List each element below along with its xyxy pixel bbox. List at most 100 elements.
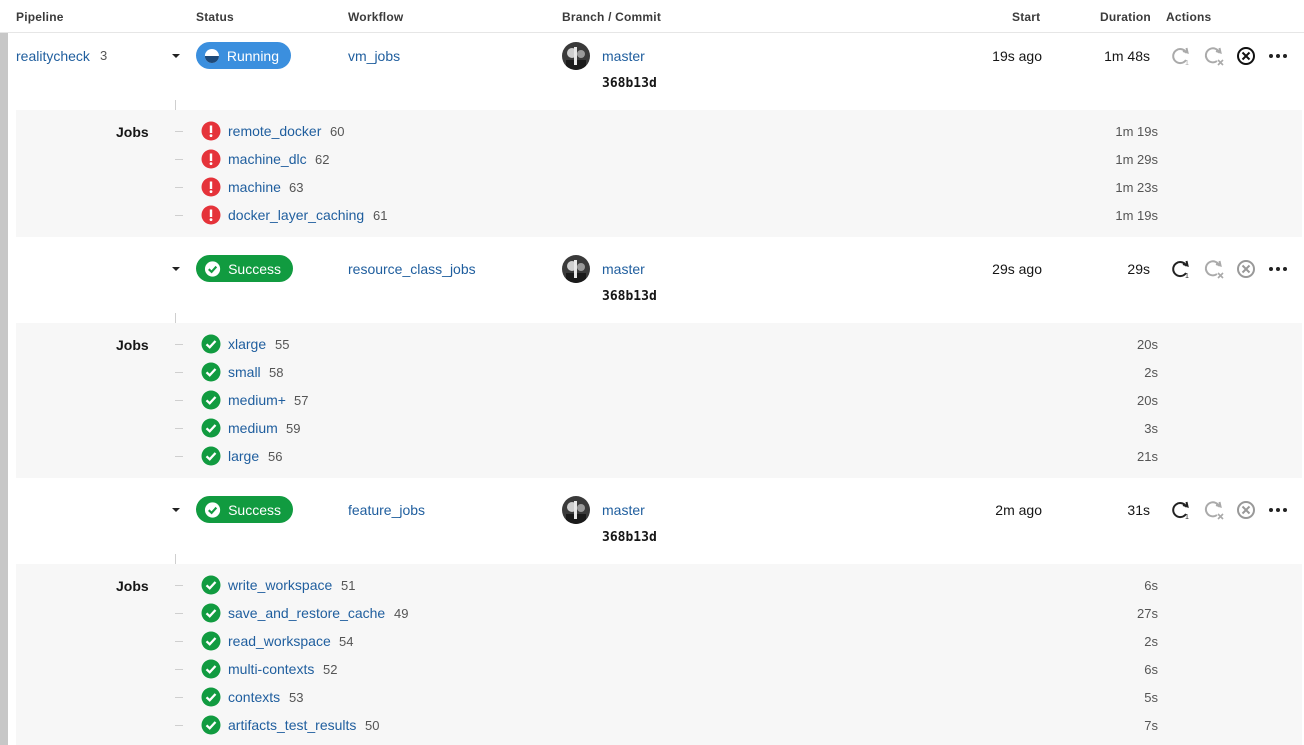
table-header: Pipeline Status Workflow Branch / Commit… — [0, 0, 1304, 33]
status-badge-running: Running — [196, 42, 291, 69]
job-row: medium 59 3s — [16, 415, 1302, 443]
success-icon — [201, 575, 221, 595]
job-number: 56 — [268, 449, 283, 464]
jobs-panel: Jobs remote_docker 60 1m 19s machine_dlc 62 1… — [16, 110, 1302, 237]
jobs-panel: Jobs xlarge 55 20s small 58 2s medium+ 57 20s med… — [16, 323, 1302, 478]
workflow-name-link[interactable]: feature_jobs — [348, 502, 425, 518]
job-name-link[interactable]: read_workspace — [228, 633, 331, 649]
workflow-name-link[interactable]: resource_class_jobs — [348, 261, 476, 277]
collapse-chevron-icon[interactable] — [170, 505, 182, 515]
tree-branch — [175, 131, 183, 132]
job-row: large 56 21s — [16, 443, 1302, 471]
tree-branch — [175, 187, 183, 188]
rerun-failed-icon[interactable] — [1203, 258, 1225, 280]
rerun-icon[interactable]: 1 — [1170, 499, 1192, 521]
cancel-icon[interactable] — [1235, 258, 1257, 280]
tree-branch — [175, 585, 183, 586]
job-name-link[interactable]: machine — [228, 179, 281, 195]
column-actions: Actions — [1166, 10, 1212, 24]
success-check-icon — [204, 501, 221, 518]
job-name-link[interactable]: contexts — [228, 689, 280, 705]
job-name-link[interactable]: remote_docker — [228, 123, 321, 139]
success-icon — [201, 418, 221, 438]
job-duration: 3s — [1144, 421, 1158, 436]
success-icon — [201, 446, 221, 466]
more-options-icon[interactable] — [1267, 499, 1289, 521]
tree-branch — [175, 641, 183, 642]
tree-branch — [175, 400, 183, 401]
job-duration: 21s — [1137, 449, 1158, 464]
pipeline-name-link[interactable]: realitycheck — [16, 48, 90, 64]
commit-hash[interactable]: 368b13d — [602, 530, 657, 545]
job-number: 50 — [365, 718, 380, 733]
job-name-link[interactable]: artifacts_test_results — [228, 717, 356, 733]
job-number: 61 — [373, 208, 388, 223]
job-row: small 58 2s — [16, 359, 1302, 387]
tree-branch — [175, 428, 183, 429]
rerun-failed-icon[interactable] — [1203, 499, 1225, 521]
job-name-link[interactable]: medium — [228, 420, 278, 436]
job-number: 49 — [394, 606, 409, 621]
tree-branch — [175, 669, 183, 670]
more-options-icon[interactable] — [1267, 258, 1289, 280]
branch-link[interactable]: master — [602, 261, 645, 277]
job-number: 57 — [294, 393, 309, 408]
cancel-icon[interactable] — [1235, 45, 1257, 67]
running-icon — [204, 48, 219, 63]
job-name-link[interactable]: medium+ — [228, 392, 286, 408]
tree-branch — [175, 725, 183, 726]
column-start: Start — [1012, 10, 1041, 24]
job-number: 60 — [330, 124, 345, 139]
failed-icon — [201, 149, 221, 169]
pipeline-group-indicator — [0, 33, 8, 745]
job-duration: 1m 19s — [1115, 208, 1158, 223]
rerun-icon[interactable]: 1 — [1170, 45, 1192, 67]
job-name-link[interactable]: large — [228, 448, 259, 464]
start-time: 29s ago — [992, 261, 1042, 277]
rerun-failed-icon[interactable] — [1203, 45, 1225, 67]
job-row: write_workspace 51 6s — [16, 572, 1302, 600]
job-number: 59 — [286, 421, 301, 436]
status-label: Success — [228, 260, 281, 277]
cancel-icon[interactable] — [1235, 499, 1257, 521]
job-row: multi-contexts 52 6s — [16, 656, 1302, 684]
rerun-icon[interactable]: 1 — [1170, 258, 1192, 280]
failed-icon — [201, 205, 221, 225]
collapse-chevron-icon[interactable] — [170, 51, 182, 61]
job-duration: 5s — [1144, 690, 1158, 705]
job-number: 51 — [341, 578, 356, 593]
job-number: 52 — [323, 662, 338, 677]
job-duration: 1m 19s — [1115, 124, 1158, 139]
column-status: Status — [196, 10, 234, 24]
job-number: 58 — [269, 365, 284, 380]
job-number: 62 — [315, 152, 330, 167]
job-name-link[interactable]: write_workspace — [228, 577, 332, 593]
success-icon — [201, 334, 221, 354]
job-duration: 20s — [1137, 337, 1158, 352]
workflow-duration: 29s — [1127, 261, 1150, 277]
commit-hash[interactable]: 368b13d — [602, 76, 657, 91]
branch-link[interactable]: master — [602, 502, 645, 518]
job-name-link[interactable]: multi-contexts — [228, 661, 314, 677]
success-icon — [201, 603, 221, 623]
job-row: machine_dlc 62 1m 29s — [16, 146, 1302, 174]
branch-link[interactable]: master — [602, 48, 645, 64]
job-name-link[interactable]: xlarge — [228, 336, 266, 352]
workflow-duration: 31s — [1127, 502, 1150, 518]
workflow-row: Success resource_class_jobs master 368b1… — [8, 246, 1304, 316]
jobs-panel: Jobs write_workspace 51 6s save_and_restore… — [16, 564, 1302, 745]
avatar — [562, 42, 590, 70]
collapse-chevron-icon[interactable] — [170, 264, 182, 274]
more-options-icon[interactable] — [1267, 45, 1289, 67]
commit-hash[interactable]: 368b13d — [602, 289, 657, 304]
column-duration: Duration — [1100, 10, 1151, 24]
workflow-name-link[interactable]: vm_jobs — [348, 48, 400, 64]
job-duration: 20s — [1137, 393, 1158, 408]
job-name-link[interactable]: small — [228, 364, 261, 380]
job-name-link[interactable]: save_and_restore_cache — [228, 605, 385, 621]
job-name-link[interactable]: docker_layer_caching — [228, 207, 364, 223]
tree-branch — [175, 697, 183, 698]
job-row: medium+ 57 20s — [16, 387, 1302, 415]
workflow-row: realitycheck 3 Running vm_jobs master 36… — [8, 33, 1304, 103]
job-name-link[interactable]: machine_dlc — [228, 151, 307, 167]
